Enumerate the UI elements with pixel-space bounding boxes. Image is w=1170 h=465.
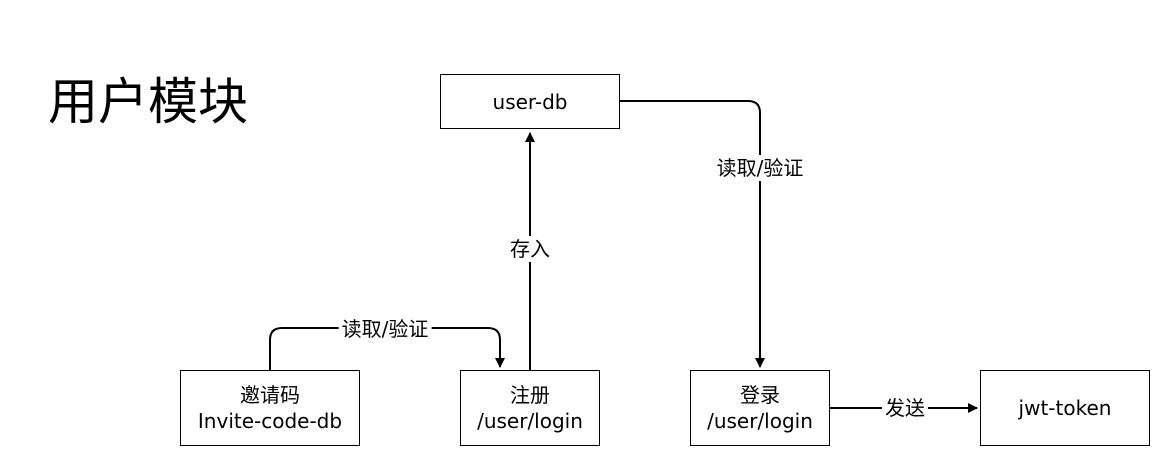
node-register: 注册 /user/login xyxy=(460,370,600,446)
node-invite-code-db: 邀请码 Invite-code-db xyxy=(180,370,360,446)
node-user-db-label: user-db xyxy=(492,89,568,114)
edge-label-invite-to-register: 读取/验证 xyxy=(338,316,432,342)
node-user-db: user-db xyxy=(440,74,620,129)
edge-label-login-to-jwt: 发送 xyxy=(882,395,928,421)
node-login: 登录 /user/login xyxy=(690,370,830,446)
node-jwt-token-label: jwt-token xyxy=(1018,396,1112,420)
node-invite-code-db-line1: 邀请码 xyxy=(240,383,300,407)
node-jwt-token: jwt-token xyxy=(980,370,1150,446)
node-login-line2: /user/login xyxy=(707,409,813,433)
edge-label-db-to-login: 读取/验证 xyxy=(713,155,807,181)
node-register-line1: 注册 xyxy=(510,383,550,407)
node-invite-code-db-line2: Invite-code-db xyxy=(197,409,343,433)
edge-label-register-to-db: 存入 xyxy=(507,236,553,262)
node-login-line1: 登录 xyxy=(740,383,780,407)
node-register-line2: /user/login xyxy=(477,409,583,433)
edge-db-to-login xyxy=(620,100,765,368)
